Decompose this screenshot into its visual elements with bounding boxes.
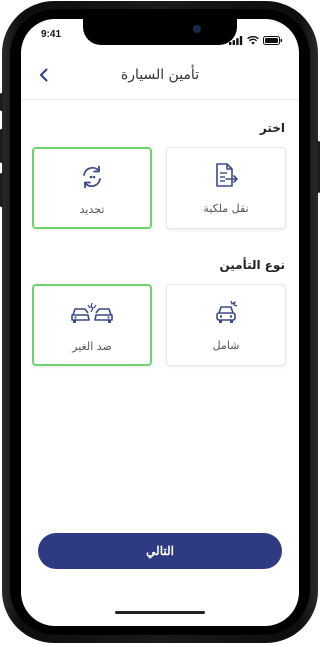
status-icons [229, 30, 283, 49]
volume-up-button [0, 129, 3, 163]
option-label: نقل ملكية [203, 202, 249, 215]
option-comprehensive[interactable]: شامل [166, 284, 286, 366]
app-header: تأمين السيارة [21, 55, 299, 100]
wifi-icon [247, 30, 259, 49]
option-label: تجديد [79, 203, 105, 216]
section-label-insurance-type: نوع التأمين [219, 258, 285, 272]
page-title: تأمين السيارة [120, 67, 200, 83]
home-indicator [115, 611, 205, 614]
next-button[interactable]: التالي [38, 533, 282, 569]
car-collision-icon [34, 300, 150, 328]
status-time: 9:41 [41, 29, 62, 40]
volume-down-button [0, 173, 3, 207]
renew-arrows-icon [34, 163, 150, 191]
section-label-choose: اختر [259, 121, 285, 135]
option-label: شامل [212, 339, 240, 352]
signal-icon [229, 30, 243, 49]
option-renewal[interactable]: تجديد [32, 147, 152, 229]
battery-icon [263, 30, 283, 49]
option-transfer-ownership[interactable]: نقل ملكية [166, 147, 286, 229]
app-screen: 9:41 تأمين السيارة اختر نقل ملكية تجديد … [21, 19, 299, 626]
notch [83, 19, 237, 45]
car-crash-single-icon [167, 299, 285, 327]
mute-switch [0, 93, 3, 111]
document-transfer-icon [167, 162, 285, 190]
option-third-party[interactable]: ضد الغير [32, 284, 152, 366]
front-camera [193, 25, 201, 33]
option-label: ضد الغير [72, 340, 112, 353]
